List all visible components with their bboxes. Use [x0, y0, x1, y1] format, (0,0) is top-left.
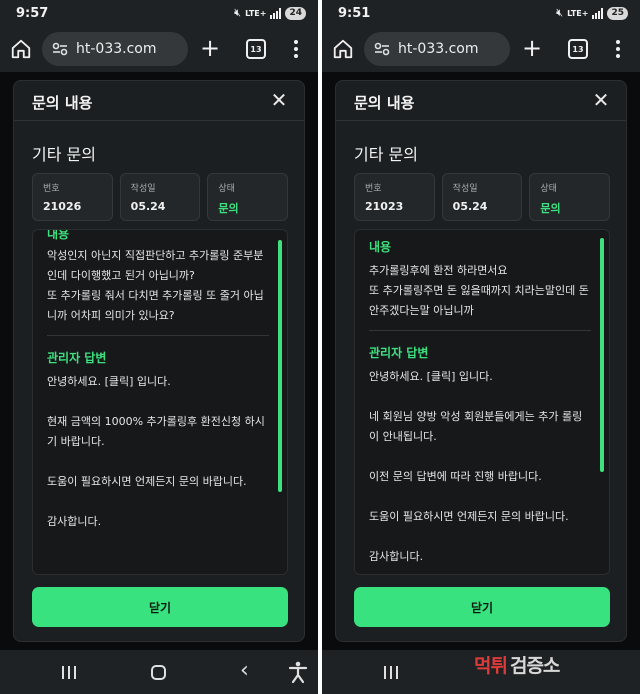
inquiry-modal: 문의 내용 ✕ 기타 문의 번호 21026 작성일 05.24 상태 문의 내… — [13, 80, 305, 642]
modal-header: 문의 내용 ✕ — [336, 81, 626, 121]
status-box: 상태 문의 — [207, 173, 289, 221]
modal-title: 문의 내용 — [32, 94, 93, 112]
status-time: 9:51 — [338, 6, 371, 21]
number-value: 21026 — [43, 200, 82, 213]
url-text: ht-033.com — [76, 41, 157, 57]
home-nav-icon[interactable] — [151, 665, 166, 680]
site-settings-icon[interactable] — [374, 42, 390, 56]
divider — [47, 335, 269, 336]
reply-text: 안녕하세요. [클릭] 입니다. 현재 금액의 1000% 추가롤링후 환전신청… — [47, 375, 265, 528]
divider — [369, 330, 591, 331]
number-box: 번호 21026 — [32, 173, 113, 221]
signal-icon — [592, 7, 604, 19]
more-menu-icon[interactable] — [288, 37, 304, 61]
status-value: 문의 — [218, 202, 239, 215]
url-text: ht-033.com — [398, 41, 479, 57]
more-menu-icon[interactable] — [610, 37, 626, 61]
date-box: 작성일 05.24 — [441, 173, 523, 221]
date-value: 05.24 — [130, 200, 166, 213]
status-bar: 9:57 🔇︎ LTE+ 24 — [0, 0, 318, 28]
close-icon[interactable]: ✕ — [268, 89, 290, 111]
content-scroll-area[interactable]: 내용 추가롤링후에 환전 하라면서요 또 추가롤링주면 돈 잃을때까지 치라는말… — [354, 229, 610, 575]
recents-icon[interactable] — [384, 666, 398, 679]
url-bar[interactable]: ht-033.com — [364, 32, 510, 66]
reply-title: 관리자 답변 — [47, 351, 107, 365]
content-title: 내용 — [369, 240, 392, 254]
mute-icon: 🔇︎ — [234, 6, 242, 19]
home-icon[interactable] — [332, 38, 354, 60]
status-icons: 🔇︎ LTE+ 24 — [234, 6, 306, 20]
close-button[interactable]: 닫기 — [354, 587, 610, 627]
status-box: 상태 문의 — [529, 173, 611, 221]
close-icon[interactable]: ✕ — [590, 89, 612, 111]
content-scroll-area[interactable]: 내용 악성인지 아닌지 직접판단하고 추가롤링 준부분인데 다이행했고 된거 아… — [32, 229, 288, 575]
modal-overlay: 문의 내용 ✕ 기타 문의 번호 21023 작성일 05.24 상태 문의 내… — [322, 72, 640, 650]
mute-icon: 🔇︎ — [556, 6, 564, 19]
battery-icon: 25 — [607, 6, 628, 20]
url-bar[interactable]: ht-033.com — [42, 32, 188, 66]
close-button[interactable]: 닫기 — [32, 587, 288, 627]
inquiry-modal: 문의 내용 ✕ 기타 문의 번호 21023 작성일 05.24 상태 문의 내… — [335, 80, 627, 642]
scrollbar-thumb[interactable] — [600, 238, 604, 472]
new-tab-icon[interactable]: + — [520, 36, 544, 60]
inquiry-category: 기타 문의 — [32, 145, 96, 164]
content-body: 내용 추가롤링후에 환전 하라면서요 또 추가롤링주면 돈 잃을때까지 치라는말… — [369, 238, 591, 567]
phone-screen-right: 9:51 🔇︎ LTE+ 25 ht-033.com + 13 문의 내용 ✕ … — [322, 0, 640, 694]
watermark-logo: 먹튀 검증소 — [474, 650, 560, 678]
watermark-part2: 검증소 — [509, 654, 560, 677]
content-text: 악성인지 아닌지 직접판단하고 추가롤링 준부분인데 다이행했고 된거 아닙니까… — [47, 249, 264, 322]
android-nav-bar: ‹ — [0, 650, 318, 694]
content-title: 내용 — [47, 229, 70, 241]
date-value: 05.24 — [452, 200, 488, 213]
modal-overlay: 문의 내용 ✕ 기타 문의 번호 21026 작성일 05.24 상태 문의 내… — [0, 72, 318, 650]
new-tab-icon[interactable]: + — [198, 36, 222, 60]
status-bar: 9:51 🔇︎ LTE+ 25 — [322, 0, 640, 28]
browser-toolbar: ht-033.com + 13 — [0, 28, 318, 72]
network-type: LTE+ — [245, 8, 267, 18]
info-row: 번호 21023 작성일 05.24 상태 문의 — [354, 173, 611, 221]
number-box: 번호 21023 — [354, 173, 435, 221]
date-box: 작성일 05.24 — [119, 173, 201, 221]
info-row: 번호 21026 작성일 05.24 상태 문의 — [32, 173, 289, 221]
home-icon[interactable] — [10, 38, 32, 60]
modal-header: 문의 내용 ✕ — [14, 81, 304, 121]
watermark-part1: 먹튀 — [474, 654, 508, 677]
scrollbar-thumb[interactable] — [278, 240, 282, 492]
inquiry-category: 기타 문의 — [354, 145, 418, 164]
status-label: 상태 — [218, 184, 235, 194]
reply-text: 안녕하세요. [클릭] 입니다. 네 회원님 양방 악성 회원분들에게는 추가 … — [369, 370, 583, 563]
tab-switcher-icon[interactable]: 13 — [568, 39, 588, 59]
reply-title: 관리자 답변 — [369, 346, 429, 360]
browser-toolbar: ht-033.com + 13 — [322, 28, 640, 72]
accessibility-icon[interactable] — [288, 660, 308, 684]
phone-screen-left: 9:57 🔇︎ LTE+ 24 ht-033.com + 13 문의 내용 ✕ … — [0, 0, 318, 694]
content-body: 내용 악성인지 아닌지 직접판단하고 추가롤링 준부분인데 다이행했고 된거 아… — [47, 229, 269, 532]
modal-title: 문의 내용 — [354, 94, 415, 112]
back-icon[interactable]: ‹ — [240, 659, 249, 683]
status-time: 9:57 — [16, 6, 49, 21]
tab-switcher-icon[interactable]: 13 — [246, 39, 266, 59]
number-value: 21023 — [365, 200, 404, 213]
battery-icon: 24 — [285, 6, 306, 20]
status-value: 문의 — [540, 202, 561, 215]
number-label: 번호 — [43, 184, 60, 194]
status-icons: 🔇︎ LTE+ 25 — [556, 6, 628, 20]
content-text: 추가롤링후에 환전 하라면서요 또 추가롤링주면 돈 잃을때까지 치라는말인데 … — [369, 264, 589, 317]
site-settings-icon[interactable] — [52, 42, 68, 56]
status-label: 상태 — [540, 184, 557, 194]
network-type: LTE+ — [567, 8, 589, 18]
date-label: 작성일 — [130, 184, 156, 194]
number-label: 번호 — [365, 184, 382, 194]
signal-icon — [270, 7, 282, 19]
recents-icon[interactable] — [62, 666, 76, 679]
date-label: 작성일 — [452, 184, 478, 194]
